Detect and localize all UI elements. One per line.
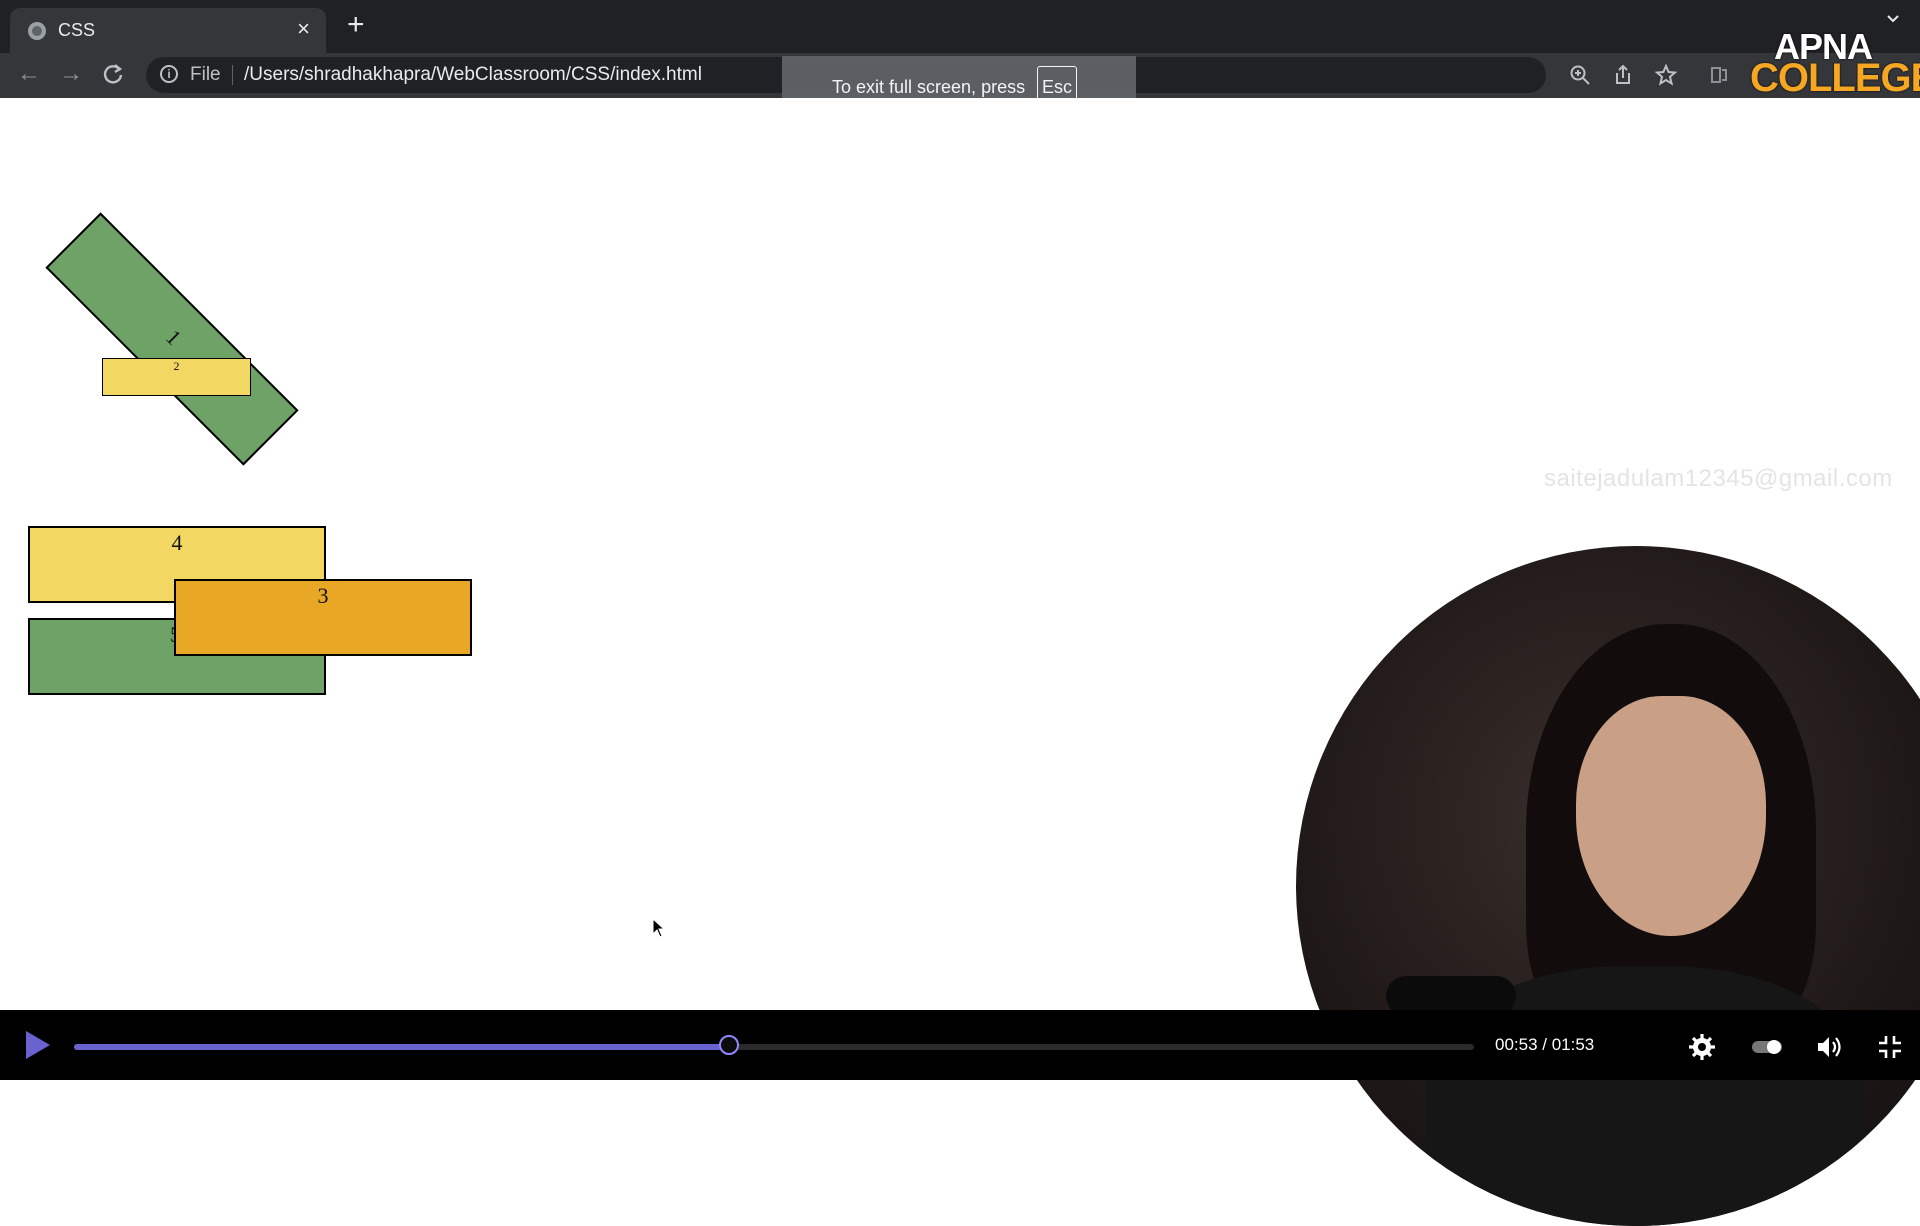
video-player-controls: 00:53 / 01:53 [0,1010,1920,1080]
email-watermark: saitejadulam12345@gmail.com [1544,465,1893,492]
progress-scrubber[interactable] [719,1035,740,1055]
box-1-label: 1 [161,324,187,350]
back-button[interactable]: ← [16,61,42,87]
volume-icon[interactable] [1815,1033,1843,1061]
gear-icon[interactable] [1688,1033,1716,1061]
new-tab-button[interactable]: + [347,8,365,42]
address-separator [232,65,233,85]
exit-fullscreen-icon[interactable] [1876,1033,1904,1061]
extension-icon[interactable] [1707,63,1731,87]
address-scheme: File [190,64,221,85]
tab-strip: CSS × + [0,0,1920,53]
browser-tab[interactable]: CSS × [10,8,326,53]
presenter-face [1576,696,1766,936]
apna-college-logo: APNA COLLEGE [1748,26,1920,100]
progress-track[interactable] [74,1035,1474,1055]
progress-fill [74,1044,730,1050]
tab-close-button[interactable]: × [297,17,310,41]
address-url[interactable]: /Users/shradhakhapra/WebClassroom/CSS/in… [244,64,702,86]
bookmark-star-icon[interactable] [1654,63,1678,87]
globe-icon [28,22,46,40]
toggle-icon[interactable] [1750,1033,1784,1061]
mouse-cursor-icon [652,918,666,938]
orange-box-3: 3 [174,579,472,656]
small-yellow-box: 2 [102,358,251,396]
play-icon[interactable] [20,1028,54,1062]
box-2-label: 2 [173,359,180,373]
rotated-green-box: 1 [45,212,299,466]
chevron-down-icon[interactable] [1886,12,1900,26]
reload-icon[interactable] [102,63,124,85]
fullscreen-message: To exit full screen, press [832,77,1026,97]
box-3-label: 3 [317,583,329,608]
zoom-icon[interactable] [1568,63,1592,87]
info-icon[interactable]: i [160,65,178,83]
box-4-label: 4 [171,530,183,555]
logo-line-2: COLLEGE [1750,56,1920,100]
share-icon[interactable] [1611,63,1635,87]
tab-title: CSS [58,20,96,40]
forward-button[interactable]: → [58,61,84,87]
time-display: 00:53 / 01:53 [1495,1035,1595,1054]
